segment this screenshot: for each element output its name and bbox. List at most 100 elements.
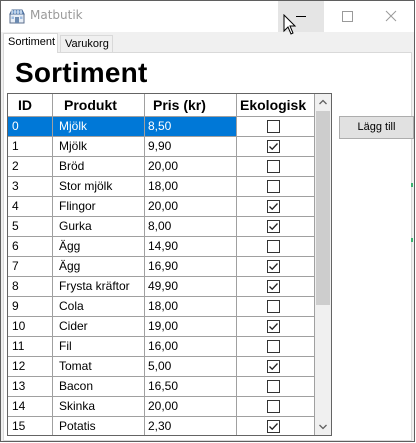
- cell-produkt[interactable]: Gurka: [53, 217, 145, 237]
- ekologisk-checkbox[interactable]: [267, 280, 280, 293]
- cell-pris[interactable]: 20,00: [145, 397, 237, 417]
- cell-pris[interactable]: 16,90: [145, 257, 237, 277]
- cell-produkt[interactable]: Stor mjölk: [53, 177, 145, 197]
- cell-id[interactable]: 9: [8, 297, 53, 317]
- table-row[interactable]: 14 Skinka 20,00: [8, 397, 315, 417]
- cell-id[interactable]: 10: [8, 317, 53, 337]
- cell-pris[interactable]: 5,00: [145, 357, 237, 377]
- tab-sortiment[interactable]: Sortiment: [3, 33, 58, 53]
- column-header-produkt[interactable]: Produkt: [53, 94, 145, 117]
- maximize-button[interactable]: [324, 1, 370, 32]
- ekologisk-checkbox[interactable]: [267, 220, 280, 233]
- table-row[interactable]: 2 Bröd 20,00: [8, 157, 315, 177]
- ekologisk-checkbox[interactable]: [267, 400, 280, 413]
- table-row[interactable]: 15 Potatis 2,30: [8, 417, 315, 435]
- cell-ekologisk[interactable]: [237, 257, 315, 277]
- ekologisk-checkbox[interactable]: [267, 420, 280, 433]
- cell-pris[interactable]: 2,30: [145, 417, 237, 435]
- column-header-pris[interactable]: Pris (kr): [145, 94, 237, 117]
- column-header-ekologisk[interactable]: Ekologisk: [237, 94, 315, 117]
- table-row[interactable]: 6 Ägg 14,90: [8, 237, 315, 257]
- ekologisk-checkbox[interactable]: [267, 200, 280, 213]
- cell-pris[interactable]: 49,90: [145, 277, 237, 297]
- tab-varukorg[interactable]: Varukorg: [60, 35, 113, 52]
- scroll-down-button[interactable]: [315, 418, 331, 435]
- cell-id[interactable]: 3: [8, 177, 53, 197]
- ekologisk-checkbox[interactable]: [267, 160, 280, 173]
- cell-pris[interactable]: 14,90: [145, 237, 237, 257]
- cell-id[interactable]: 1: [8, 137, 53, 157]
- cell-produkt[interactable]: Potatis: [53, 417, 145, 435]
- cell-id[interactable]: 12: [8, 357, 53, 377]
- scroll-thumb[interactable]: [316, 111, 330, 305]
- table-row[interactable]: 9 Cola 18,00: [8, 297, 315, 317]
- cell-produkt[interactable]: Cider: [53, 317, 145, 337]
- cell-id[interactable]: 0: [8, 117, 53, 137]
- ekologisk-checkbox[interactable]: [267, 360, 280, 373]
- cell-id[interactable]: 2: [8, 157, 53, 177]
- column-header-id[interactable]: ID: [8, 94, 53, 117]
- cell-pris[interactable]: 19,00: [145, 317, 237, 337]
- cell-ekologisk[interactable]: [237, 417, 315, 435]
- cell-produkt[interactable]: Mjölk: [53, 137, 145, 157]
- table-row[interactable]: 7 Ägg 16,90: [8, 257, 315, 277]
- table-row[interactable]: 13 Bacon 16,50: [8, 377, 315, 397]
- scroll-up-button[interactable]: [315, 94, 331, 111]
- cell-ekologisk[interactable]: [237, 157, 315, 177]
- cell-ekologisk[interactable]: [237, 277, 315, 297]
- cell-ekologisk[interactable]: [237, 297, 315, 317]
- cell-produkt[interactable]: Bacon: [53, 377, 145, 397]
- table-row[interactable]: 11 Fil 16,00: [8, 337, 315, 357]
- cell-pris[interactable]: 16,00: [145, 337, 237, 357]
- table-row[interactable]: 3 Stor mjölk 18,00: [8, 177, 315, 197]
- ekologisk-checkbox[interactable]: [267, 120, 280, 133]
- cell-pris[interactable]: 8,00: [145, 217, 237, 237]
- cell-produkt[interactable]: Skinka: [53, 397, 145, 417]
- cell-pris[interactable]: 20,00: [145, 197, 237, 217]
- cell-pris[interactable]: 16,50: [145, 377, 237, 397]
- table-row[interactable]: 8 Frysta kräftor 49,90: [8, 277, 315, 297]
- vertical-scrollbar[interactable]: [315, 94, 331, 435]
- ekologisk-checkbox[interactable]: [267, 340, 280, 353]
- ekologisk-checkbox[interactable]: [267, 260, 280, 273]
- cell-id[interactable]: 15: [8, 417, 53, 435]
- cell-ekologisk[interactable]: [237, 137, 315, 157]
- cell-id[interactable]: 6: [8, 237, 53, 257]
- cell-produkt[interactable]: Ägg: [53, 257, 145, 277]
- table-row[interactable]: 4 Flingor 20,00: [8, 197, 315, 217]
- cell-produkt[interactable]: Bröd: [53, 157, 145, 177]
- cell-id[interactable]: 7: [8, 257, 53, 277]
- add-to-cart-button[interactable]: Lägg till: [339, 116, 414, 139]
- cell-produkt[interactable]: Mjölk: [53, 117, 145, 137]
- cell-ekologisk[interactable]: [237, 397, 315, 417]
- cell-produkt[interactable]: Frysta kräftor: [53, 277, 145, 297]
- cell-ekologisk[interactable]: [237, 337, 315, 357]
- cell-ekologisk[interactable]: [237, 317, 315, 337]
- table-row[interactable]: 12 Tomat 5,00: [8, 357, 315, 377]
- ekologisk-checkbox[interactable]: [267, 240, 280, 253]
- ekologisk-checkbox[interactable]: [267, 320, 280, 333]
- cell-pris[interactable]: 18,00: [145, 177, 237, 197]
- cell-produkt[interactable]: Fil: [53, 337, 145, 357]
- ekologisk-checkbox[interactable]: [267, 300, 280, 313]
- cell-ekologisk[interactable]: [237, 217, 315, 237]
- cell-pris[interactable]: 18,00: [145, 297, 237, 317]
- cell-ekologisk[interactable]: [237, 117, 315, 137]
- cell-produkt[interactable]: Ägg: [53, 237, 145, 257]
- cell-id[interactable]: 8: [8, 277, 53, 297]
- cell-ekologisk[interactable]: [237, 237, 315, 257]
- cell-id[interactable]: 11: [8, 337, 53, 357]
- ekologisk-checkbox[interactable]: [267, 180, 280, 193]
- cell-produkt[interactable]: Flingor: [53, 197, 145, 217]
- table-row[interactable]: 5 Gurka 8,00: [8, 217, 315, 237]
- table-row[interactable]: 10 Cider 19,00: [8, 317, 315, 337]
- close-button[interactable]: [368, 1, 414, 32]
- cell-ekologisk[interactable]: [237, 177, 315, 197]
- cell-produkt[interactable]: Tomat: [53, 357, 145, 377]
- cell-pris[interactable]: 9,90: [145, 137, 237, 157]
- cell-ekologisk[interactable]: [237, 197, 315, 217]
- cell-pris[interactable]: 8,50: [145, 117, 237, 137]
- cell-ekologisk[interactable]: [237, 357, 315, 377]
- table-row[interactable]: 1 Mjölk 9,90: [8, 137, 315, 157]
- cell-id[interactable]: 4: [8, 197, 53, 217]
